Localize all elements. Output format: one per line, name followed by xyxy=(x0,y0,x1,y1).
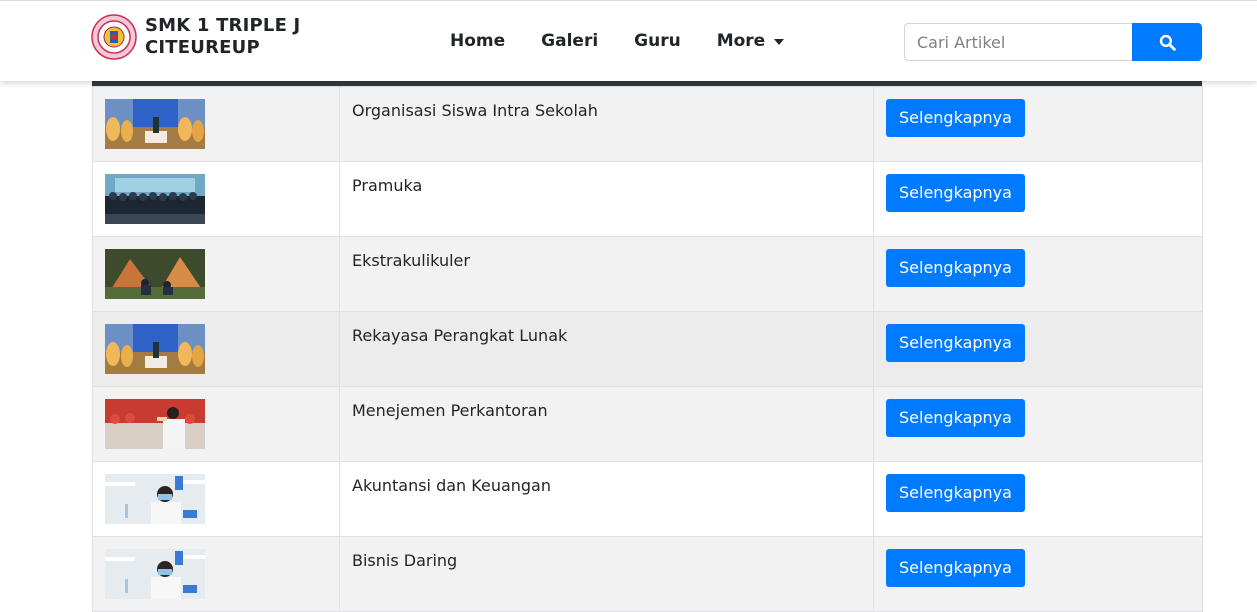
brand-name: SMK 1 TRIPLE J CITEUREUP xyxy=(145,15,300,59)
table-row: Akuntansi dan Keuangan Selengkapnya xyxy=(92,461,1203,537)
title-cell: Menejemen Perkantoran xyxy=(339,386,874,462)
thumbnail-cell xyxy=(92,536,340,612)
selengkapnya-button[interactable]: Selengkapnya xyxy=(886,549,1025,587)
table-row: Menejemen Perkantoran Selengkapnya xyxy=(92,386,1203,462)
title-cell: Pramuka xyxy=(339,161,874,237)
table-row: Pramuka Selengkapnya xyxy=(92,161,1203,237)
search-button[interactable] xyxy=(1132,23,1202,61)
top-navbar: SMK 1 TRIPLE J CITEUREUP Home Galeri Gur… xyxy=(0,0,1257,81)
table-row: Organisasi Siswa Intra Sekolah Selengkap… xyxy=(92,86,1203,162)
search-form xyxy=(904,23,1202,61)
thumbnail-cell xyxy=(92,311,340,387)
caret-down-icon xyxy=(774,38,785,45)
selengkapnya-button[interactable]: Selengkapnya xyxy=(886,249,1025,287)
action-cell: Selengkapnya xyxy=(873,461,1203,537)
brand-line-1: SMK 1 TRIPLE J xyxy=(145,15,301,36)
school-logo xyxy=(91,14,137,60)
table-row: Bisnis Daring Selengkapnya xyxy=(92,536,1203,612)
brand-link[interactable]: SMK 1 TRIPLE J CITEUREUP xyxy=(91,14,300,60)
nav-home[interactable]: Home xyxy=(450,31,505,51)
selengkapnya-button[interactable]: Selengkapnya xyxy=(886,399,1025,437)
thumbnail-image xyxy=(105,399,205,449)
selengkapnya-button[interactable]: Selengkapnya xyxy=(886,474,1025,512)
title-cell: Akuntansi dan Keuangan xyxy=(339,461,874,537)
brand-line-2: CITEUREUP xyxy=(145,37,260,58)
program-table-wrapper: Organisasi Siswa Intra Sekolah Selengkap… xyxy=(92,80,1203,612)
title-cell: Rekayasa Perangkat Lunak xyxy=(339,311,874,387)
thumbnail-image xyxy=(105,99,205,149)
title-cell: Organisasi Siswa Intra Sekolah xyxy=(339,86,874,162)
thumbnail-image xyxy=(105,249,205,299)
search-icon xyxy=(1159,34,1176,51)
thumbnail-cell xyxy=(92,461,340,537)
program-table: Organisasi Siswa Intra Sekolah Selengkap… xyxy=(92,86,1203,612)
title-cell: Bisnis Daring xyxy=(339,536,874,612)
thumbnail-cell xyxy=(92,236,340,312)
selengkapnya-button[interactable]: Selengkapnya xyxy=(886,324,1025,362)
action-cell: Selengkapnya xyxy=(873,161,1203,237)
thumbnail-cell xyxy=(92,161,340,237)
thumbnail-image xyxy=(105,174,205,224)
title-cell: Ekstrakulikuler xyxy=(339,236,874,312)
search-input[interactable] xyxy=(904,23,1132,61)
thumbnail-image xyxy=(105,324,205,374)
nav-menu: Home Galeri Guru More xyxy=(450,31,820,51)
nav-more-dropdown[interactable]: More xyxy=(717,31,785,51)
action-cell: Selengkapnya xyxy=(873,386,1203,462)
action-cell: Selengkapnya xyxy=(873,311,1203,387)
thumbnail-image xyxy=(105,474,205,524)
selengkapnya-button[interactable]: Selengkapnya xyxy=(886,174,1025,212)
nav-galeri[interactable]: Galeri xyxy=(541,31,598,51)
selengkapnya-button[interactable]: Selengkapnya xyxy=(886,99,1025,137)
action-cell: Selengkapnya xyxy=(873,86,1203,162)
thumbnail-cell xyxy=(92,86,340,162)
action-cell: Selengkapnya xyxy=(873,236,1203,312)
thumbnail-image xyxy=(105,549,205,599)
nav-more-label: More xyxy=(716,31,766,51)
thumbnail-cell xyxy=(92,386,340,462)
nav-guru[interactable]: Guru xyxy=(634,31,681,51)
action-cell: Selengkapnya xyxy=(873,536,1203,612)
table-row: Ekstrakulikuler Selengkapnya xyxy=(92,236,1203,312)
table-row: Rekayasa Perangkat Lunak Selengkapnya xyxy=(92,311,1203,387)
